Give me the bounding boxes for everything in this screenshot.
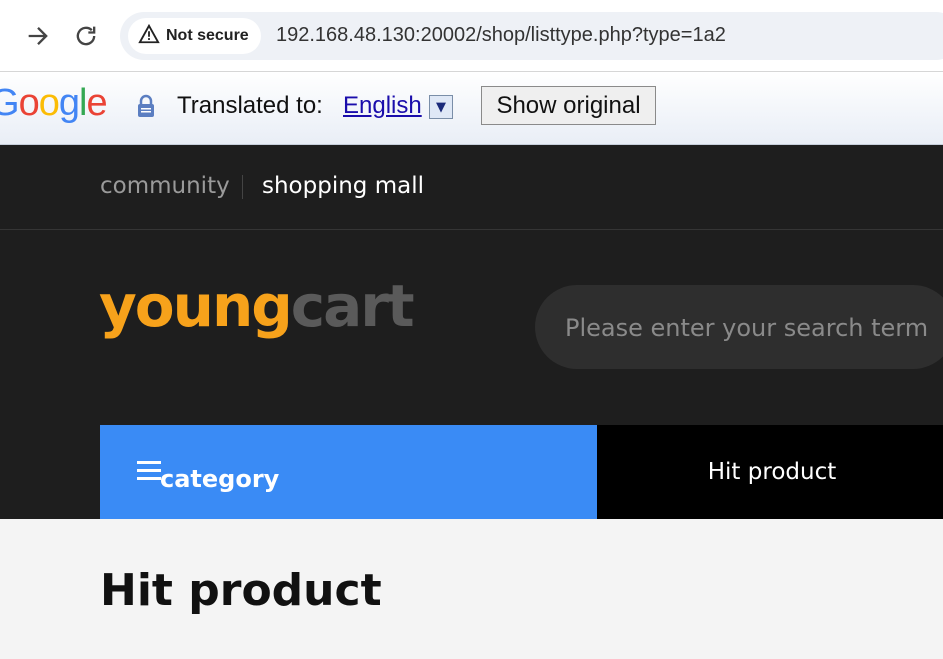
lock-icon	[136, 94, 156, 118]
security-chip[interactable]: Not secure	[128, 18, 261, 54]
logo-part-cart: cart	[290, 272, 415, 340]
omnibox[interactable]: Not secure 192.168.48.130:20002/shop/lis…	[120, 12, 943, 60]
page-title: Hit product	[100, 565, 382, 616]
browser-toolbar: Not secure 192.168.48.130:20002/shop/lis…	[0, 0, 943, 72]
logo-part-young: young	[99, 272, 293, 340]
forward-icon[interactable]	[24, 22, 52, 50]
hit-product-tab-label: Hit product	[707, 459, 837, 485]
language-link[interactable]: English	[343, 92, 422, 120]
language-dropdown-icon[interactable]: ▼	[429, 95, 453, 119]
top-nav: community shopping mall	[0, 145, 943, 230]
show-original-button[interactable]: Show original	[481, 86, 656, 125]
site-header: community shopping mall youngcart catego…	[0, 145, 943, 519]
category-button[interactable]: category	[100, 425, 597, 519]
community-link[interactable]: community	[100, 173, 230, 199]
reload-icon[interactable]	[72, 22, 100, 50]
youngcart-logo[interactable]: youngcart	[99, 277, 415, 335]
search-box	[535, 285, 943, 371]
translated-to-label: Translated to:	[177, 92, 323, 119]
nav-divider	[242, 175, 243, 199]
hit-product-tab[interactable]: Hit product	[597, 425, 943, 519]
translate-bar: Google Translated to: English ▼ Show ori…	[0, 72, 943, 145]
security-label: Not secure	[166, 27, 249, 44]
warning-icon	[138, 23, 160, 50]
category-label: category	[160, 465, 280, 493]
search-input[interactable]	[563, 285, 943, 371]
shopping-mall-link[interactable]: shopping mall	[262, 173, 424, 199]
google-logo: Google	[0, 82, 108, 124]
menu-icon	[137, 461, 161, 481]
url-text[interactable]: 192.168.48.130:20002/shop/listtype.php?t…	[276, 24, 726, 47]
